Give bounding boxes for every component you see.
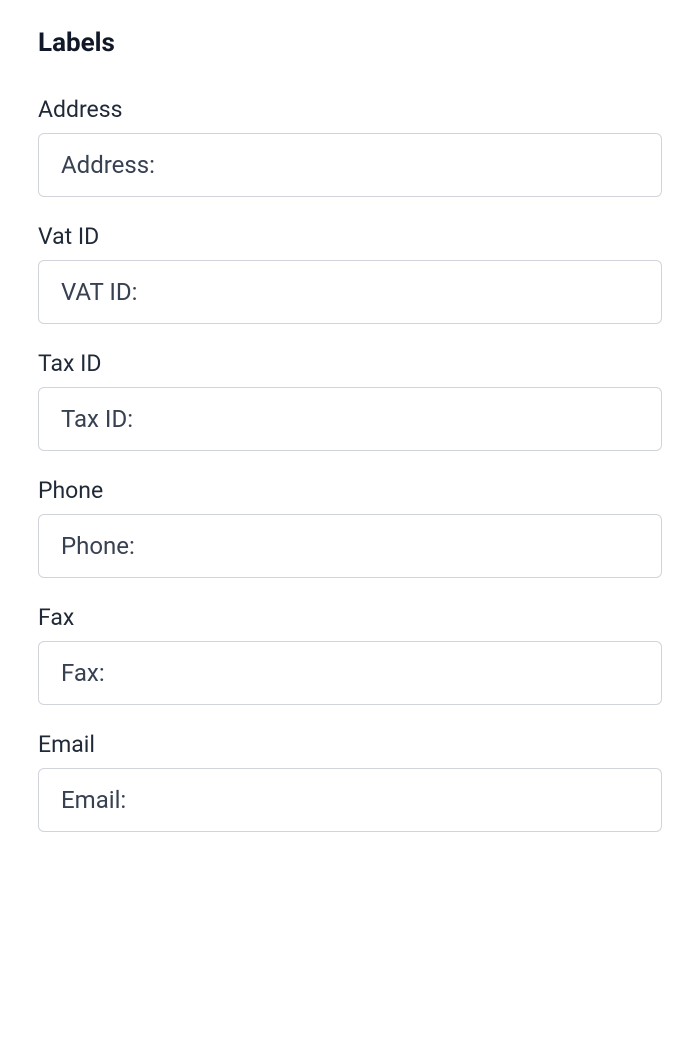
field-group-fax: Fax (38, 604, 662, 705)
phone-input[interactable] (38, 514, 662, 578)
address-label: Address (38, 96, 662, 123)
fax-label: Fax (38, 604, 662, 631)
field-group-phone: Phone (38, 477, 662, 578)
email-label: Email (38, 731, 662, 758)
fax-input[interactable] (38, 641, 662, 705)
labels-section: Labels Address Vat ID Tax ID Phone Fax E… (38, 28, 662, 832)
field-group-email: Email (38, 731, 662, 832)
field-group-vat-id: Vat ID (38, 223, 662, 324)
section-title: Labels (38, 28, 662, 58)
tax-id-input[interactable] (38, 387, 662, 451)
tax-id-label: Tax ID (38, 350, 662, 377)
email-input[interactable] (38, 768, 662, 832)
vat-id-label: Vat ID (38, 223, 662, 250)
address-input[interactable] (38, 133, 662, 197)
vat-id-input[interactable] (38, 260, 662, 324)
phone-label: Phone (38, 477, 662, 504)
field-group-tax-id: Tax ID (38, 350, 662, 451)
field-group-address: Address (38, 96, 662, 197)
